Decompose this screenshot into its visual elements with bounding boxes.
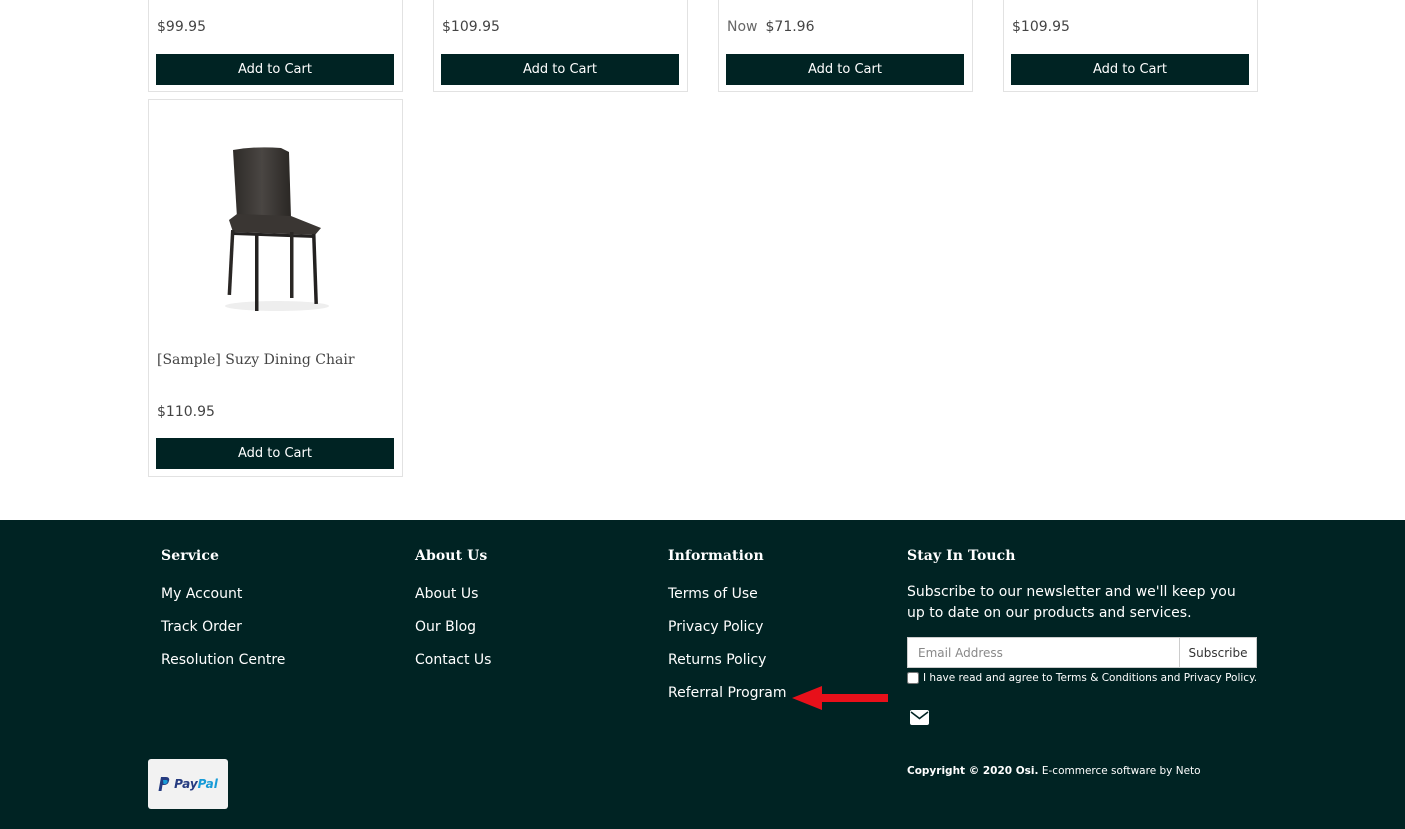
footer-link-returns-policy[interactable]: Returns Policy <box>668 652 787 668</box>
footer-heading: Information <box>668 548 764 564</box>
terms-checkbox[interactable] <box>907 672 919 684</box>
footer-link-referral-program[interactable]: Referral Program <box>668 685 787 701</box>
product-name[interactable]: [Sample] Suzy Dining Chair <box>157 352 355 368</box>
add-to-cart-button[interactable]: Add to Cart <box>156 54 394 85</box>
copyright-rest: E-commerce software by Neto <box>1038 765 1201 777</box>
envelope-icon[interactable] <box>910 710 929 725</box>
paypal-text-a: Pay <box>174 777 198 791</box>
footer-link-about-us[interactable]: About Us <box>415 586 491 602</box>
product-price: $110.95 <box>157 404 215 420</box>
product-card-2: $109.95 Add to Cart <box>433 0 688 92</box>
product-card-1: $99.95 Add to Cart <box>148 0 403 92</box>
chair-product-image[interactable] <box>215 140 335 315</box>
add-to-cart-button[interactable]: Add to Cart <box>726 54 964 85</box>
product-card-3: Now $71.96 Add to Cart <box>718 0 973 92</box>
product-card-suzy-chair: [Sample] Suzy Dining Chair $110.95 Add t… <box>148 99 403 477</box>
footer-heading: Service <box>161 548 219 564</box>
email-input[interactable] <box>907 637 1179 668</box>
footer-newsletter-column: Stay In Touch Subscribe to our newslette… <box>907 548 1259 725</box>
footer-link-privacy-policy[interactable]: Privacy Policy <box>668 619 787 635</box>
add-to-cart-button[interactable]: Add to Cart <box>156 438 394 469</box>
footer-link-resolution-centre[interactable]: Resolution Centre <box>161 652 285 668</box>
add-to-cart-button[interactable]: Add to Cart <box>1011 54 1249 85</box>
sale-price: $71.96 <box>765 19 815 35</box>
copyright-bold: Copyright © 2020 Osi. <box>907 765 1039 777</box>
product-price: $109.95 <box>1012 19 1070 35</box>
footer-link-our-blog[interactable]: Our Blog <box>415 619 491 635</box>
footer-heading: Stay In Touch <box>907 548 1016 564</box>
footer-heading: About Us <box>415 548 488 564</box>
terms-agreement: I have read and agree to Terms & Conditi… <box>907 672 1257 684</box>
footer-about-column: About Us About Us Our Blog Contact Us <box>415 548 491 685</box>
footer-link-contact-us[interactable]: Contact Us <box>415 652 491 668</box>
product-price: $109.95 <box>442 19 500 35</box>
newsletter-form: Subscribe <box>907 637 1257 668</box>
product-card-4: $109.95 Add to Cart <box>1003 0 1258 92</box>
footer-information-column: Information Terms of Use Privacy Policy … <box>668 548 787 718</box>
terms-label: I have read and agree to Terms & Conditi… <box>923 672 1258 684</box>
product-price: $99.95 <box>157 19 206 35</box>
paypal-text-b: Pal <box>197 777 218 791</box>
paypal-icon <box>158 777 170 791</box>
sale-prefix: Now <box>727 19 758 35</box>
newsletter-description: Subscribe to our newsletter and we'll ke… <box>907 584 1236 621</box>
product-price: Now $71.96 <box>727 19 815 35</box>
annotation-arrow-icon <box>792 686 888 710</box>
footer-link-my-account[interactable]: My Account <box>161 586 285 602</box>
copyright-text: Copyright © 2020 Osi. E-commerce softwar… <box>907 765 1201 777</box>
subscribe-button[interactable]: Subscribe <box>1179 637 1257 668</box>
site-footer: Service My Account Track Order Resolutio… <box>0 520 1405 829</box>
footer-service-column: Service My Account Track Order Resolutio… <box>161 548 285 685</box>
paypal-logo: Pay Pal <box>148 759 228 809</box>
add-to-cart-button[interactable]: Add to Cart <box>441 54 679 85</box>
footer-link-terms-of-use[interactable]: Terms of Use <box>668 586 787 602</box>
footer-link-track-order[interactable]: Track Order <box>161 619 285 635</box>
